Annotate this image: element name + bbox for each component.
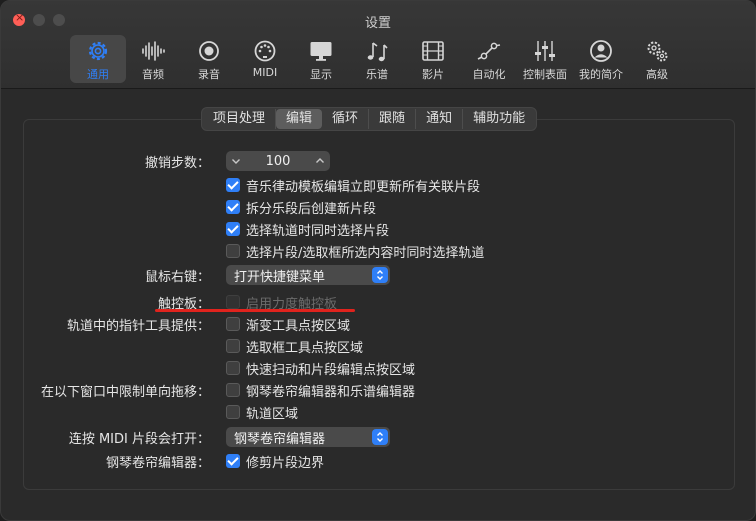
checkbox-label: 轨道区域 [246, 406, 299, 422]
checkbox-label: 音乐律动模板编辑立即更新所有关联片段 [246, 179, 481, 195]
limit-drag-label: 在以下窗口中限制单向拖移： [40, 385, 210, 400]
stepper-decrement-button[interactable] [226, 151, 246, 171]
checkbox[interactable] [226, 405, 240, 419]
checkbox[interactable] [226, 361, 240, 375]
checkbox[interactable] [226, 339, 240, 353]
tab-cycle[interactable]: 循环 [322, 109, 370, 129]
checkbox-label: 快速扫动和片段编辑点按区域 [246, 362, 416, 378]
gears-icon [647, 41, 668, 62]
stepper-increment-button[interactable] [310, 151, 330, 171]
checkbox-trim-region-borders[interactable]: 修剪片段边界 [226, 452, 325, 471]
toolbar-label: 音频 [142, 68, 164, 81]
tab-accessibility[interactable]: 辅助功能 [463, 109, 535, 129]
checkbox[interactable] [226, 178, 240, 192]
film-icon [422, 41, 444, 61]
tab-project-handling[interactable]: 项目处理 [203, 109, 277, 129]
piano-roll-label: 钢琴卷帘编辑器： [105, 456, 210, 471]
toolbar-label: 显示 [310, 68, 332, 81]
toolbar-item-audio[interactable]: 音频 [125, 35, 181, 83]
checkbox[interactable] [226, 317, 240, 331]
toolbar-label: 高级 [646, 68, 668, 81]
checkbox-label: 选择片段/选取框所选内容时同时选择轨道 [246, 245, 485, 261]
toolbar-label: 乐谱 [366, 68, 388, 81]
waveform-icon [142, 41, 165, 61]
right-mouse-label: 鼠标右键： [144, 270, 210, 285]
popup-value: 钢琴卷帘编辑器 [234, 431, 326, 447]
undo-steps-label: 撤销步数： [144, 156, 210, 171]
automation-curve-icon [477, 42, 501, 60]
tab-notifications[interactable]: 通知 [416, 109, 464, 129]
toolbar-item-score[interactable]: 乐谱 [349, 35, 405, 83]
checkbox-label: 选取框工具点按区域 [246, 340, 364, 356]
window-title: 设置 [364, 16, 391, 31]
settings-window: 设置 通用 [0, 0, 756, 521]
toolbar-label: 控制表面 [523, 68, 567, 81]
checkbox-quick-swipe-zones[interactable]: 快速扫动和片段编辑点按区域 [226, 359, 416, 378]
toolbar-label: 录音 [198, 68, 220, 81]
chevron-down-icon [232, 159, 240, 164]
checkbox[interactable] [226, 222, 240, 236]
popup-chevrons-icon [372, 267, 388, 283]
checkbox[interactable] [226, 383, 240, 397]
right-mouse-popup[interactable]: 打开快捷键菜单 [226, 265, 390, 285]
checkbox-label: 拆分乐段后创建新片段 [246, 201, 377, 217]
checkbox-marquee-tool-zones[interactable]: 选取框工具点按区域 [226, 337, 364, 356]
faders-icon [535, 41, 555, 61]
midi-open-popup[interactable]: 钢琴卷帘编辑器 [226, 427, 390, 447]
music-notes-icon [367, 42, 388, 62]
toolbar-item-control-surfaces[interactable]: 控制表面 [517, 35, 573, 83]
checkbox [226, 295, 240, 309]
tab-editing[interactable]: 编辑 [276, 109, 323, 129]
checkbox-fade-tool-zones[interactable]: 渐变工具点按区域 [226, 315, 351, 334]
midi-open-label: 连按 MIDI 片段会打开： [68, 432, 210, 447]
toolbar-item-display[interactable]: 显示 [293, 35, 349, 83]
midi-port-icon [254, 40, 276, 62]
toolbar-label: 自动化 [472, 68, 506, 81]
titlebar: 设置 通用 [1, 1, 755, 89]
toolbar-label: MIDI [252, 66, 278, 79]
toolbar-label: 我的简介 [579, 68, 623, 81]
gear-icon [88, 41, 108, 61]
checkbox-update-linked-regions[interactable]: 音乐律动模板编辑立即更新所有关联片段 [226, 176, 481, 195]
checkbox-tracks-area[interactable]: 轨道区域 [226, 403, 299, 422]
checkbox-select-regions-on-track[interactable]: 选择轨道时同时选择片段 [226, 220, 390, 239]
checkbox-select-track-on-region[interactable]: 选择片段/选取框所选内容时同时选择轨道 [226, 242, 485, 261]
toolbar-item-general[interactable]: 通用 [70, 35, 126, 83]
toolbar-item-automation[interactable]: 自动化 [461, 35, 517, 83]
checkbox-label: 钢琴卷帘编辑器和乐谱编辑器 [246, 384, 416, 400]
toolbar-item-my-info[interactable]: 我的简介 [573, 35, 629, 83]
toolbar-label: 通用 [87, 68, 109, 81]
toolbar-item-recording[interactable]: 录音 [181, 35, 237, 83]
checkbox-label: 渐变工具点按区域 [246, 318, 351, 334]
checkbox[interactable] [226, 244, 240, 258]
toolbar-item-movie[interactable]: 影片 [405, 35, 461, 83]
profile-icon [590, 40, 612, 62]
toolbar-item-midi[interactable]: MIDI [237, 35, 293, 83]
tab-catch[interactable]: 跟随 [369, 109, 417, 129]
popup-value: 打开快捷键菜单 [234, 269, 326, 285]
checkbox-label: 选择轨道时同时选择片段 [246, 223, 390, 239]
annotation-underline [155, 309, 355, 312]
toolbar-label: 影片 [422, 68, 444, 81]
undo-steps-stepper[interactable]: 100 [226, 151, 330, 171]
undo-steps-value: 100 [265, 153, 291, 169]
checkbox-new-region-after-split[interactable]: 拆分乐段后创建新片段 [226, 198, 377, 217]
pointer-tool-label: 轨道中的指针工具提供： [66, 319, 210, 334]
checkbox-piano-roll-score[interactable]: 钢琴卷帘编辑器和乐谱编辑器 [226, 381, 416, 400]
popup-chevrons-icon [372, 429, 388, 445]
checkbox-label: 修剪片段边界 [246, 455, 325, 471]
record-icon [199, 41, 219, 61]
chevron-up-icon [315, 158, 324, 163]
monitor-icon [310, 42, 332, 61]
checkbox[interactable] [226, 454, 240, 468]
segmented-tabs: 项目处理 编辑 循环 跟随 通知 辅助功能 [201, 107, 538, 131]
checkbox[interactable] [226, 200, 240, 214]
toolbar-item-advanced[interactable]: 高级 [629, 35, 685, 83]
